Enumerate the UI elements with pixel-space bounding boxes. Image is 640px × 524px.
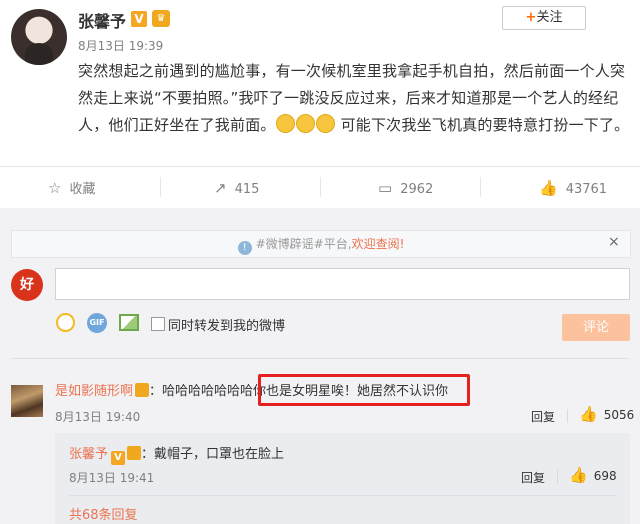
- emoji-icon: [315, 114, 335, 133]
- commenter-avatar[interactable]: [11, 385, 43, 417]
- member-badge-icon: [127, 446, 142, 460]
- follow-button[interactable]: +关注: [502, 6, 586, 30]
- member-crown-icon: ♛: [152, 10, 170, 27]
- submit-comment-button[interactable]: 评论: [562, 314, 630, 341]
- verified-badge-icon: V: [111, 451, 126, 465]
- reply-button[interactable]: 回复: [521, 469, 545, 486]
- my-avatar[interactable]: 好: [11, 269, 43, 301]
- plus-icon: +: [525, 10, 537, 25]
- divider: [480, 177, 481, 197]
- comment-timestamp: 8月13日 19:40: [55, 410, 141, 424]
- emoji-icon: [295, 114, 315, 133]
- highlight-box: [258, 374, 470, 406]
- divider: [69, 495, 617, 496]
- reply-author[interactable]: 张馨予: [69, 447, 108, 462]
- reply-button[interactable]: 回复: [531, 408, 555, 425]
- comment-input[interactable]: [55, 268, 630, 300]
- comment-like-count: 5056: [603, 408, 635, 422]
- post-timestamp[interactable]: 8月13日 19:39: [78, 37, 163, 54]
- repost-checkbox[interactable]: [151, 317, 165, 331]
- post-body: 突然想起之前遇到的尴尬事，有一次候机室里我拿起手机自拍，然后前面一个人突然走上来…: [78, 58, 638, 139]
- post-text-end: 可能下次我坐飞机真的要特意打扮一下了。: [340, 116, 630, 134]
- rumor-link[interactable]: 欢迎查阅!: [352, 237, 405, 251]
- emoji-icon: [275, 114, 295, 133]
- reply-like-count: 698: [593, 469, 617, 483]
- reply-content: 张馨予 V ：戴帽子，口罩也在脸上: [69, 443, 284, 465]
- repost-count: 415: [234, 182, 260, 197]
- divider: [567, 409, 568, 423]
- comment-button[interactable]: ▭ 2962: [378, 179, 433, 197]
- thumbs-up-icon: 👍: [579, 405, 598, 423]
- reply-text: 戴帽子，口罩也在脸上: [154, 447, 285, 462]
- like-button[interactable]: 👍 43761: [539, 179, 607, 197]
- more-replies-link[interactable]: 共68条回复: [69, 504, 138, 523]
- thumbs-up-icon: 👍: [539, 179, 558, 197]
- divider: [160, 177, 161, 197]
- repost-icon: ↗: [214, 179, 227, 197]
- thumbs-up-icon: 👍: [569, 466, 588, 484]
- divider: [11, 358, 629, 359]
- comment-like-button[interactable]: 👍 5056: [579, 405, 634, 423]
- reply-like-button[interactable]: 👍 698: [569, 466, 617, 484]
- post-action-bar: ☆ 收藏 ↗ 415 ▭ 2962 👍 43761: [0, 166, 640, 210]
- reply-separator: ：: [141, 447, 155, 462]
- gif-icon[interactable]: GIF: [87, 313, 107, 333]
- comment-separator: ：: [149, 384, 163, 399]
- rumor-tag[interactable]: #微博辟谣#平台,: [256, 237, 352, 251]
- favorite-label: 收藏: [69, 182, 96, 197]
- smile-icon[interactable]: [56, 313, 75, 332]
- repost-checkbox-label[interactable]: 同时转发到我的微博: [168, 315, 285, 334]
- favorite-button[interactable]: ☆ 收藏: [48, 179, 95, 197]
- comment-icon: ▭: [378, 179, 393, 197]
- star-icon: ☆: [48, 179, 62, 197]
- reply-timestamp: 8月13日 19:41: [69, 471, 155, 485]
- divider: [557, 470, 558, 484]
- author-avatar[interactable]: [11, 9, 67, 65]
- author-name[interactable]: 张馨予: [78, 8, 126, 32]
- comment-count: 2962: [400, 182, 434, 197]
- rumor-notice-text: ! #微博辟谣#平台,欢迎查阅!: [12, 231, 630, 257]
- close-icon[interactable]: ×: [608, 234, 620, 250]
- repost-button[interactable]: ↗ 415: [214, 179, 259, 197]
- divider: [320, 177, 321, 197]
- like-count: 43761: [565, 182, 608, 197]
- rumor-notice-bar: ! #微博辟谣#平台,欢迎查阅!: [11, 230, 631, 258]
- verified-badge-icon: V: [131, 11, 147, 27]
- info-icon: !: [237, 241, 252, 255]
- follow-label: 关注: [536, 10, 563, 25]
- commenter-name[interactable]: 是如影随形啊: [55, 384, 133, 399]
- image-icon[interactable]: [119, 314, 139, 331]
- member-badge-icon: [135, 383, 150, 397]
